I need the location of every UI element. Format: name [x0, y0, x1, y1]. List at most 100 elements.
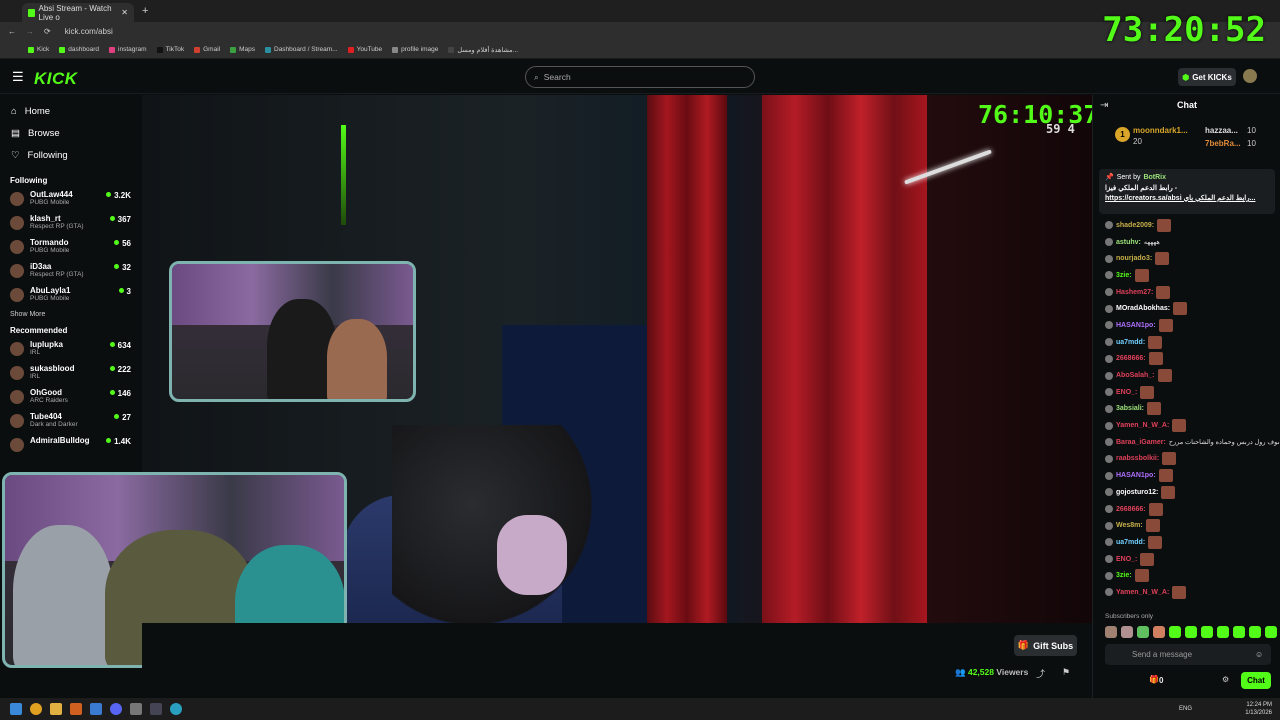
discord-icon[interactable]: [110, 703, 122, 715]
sidebar-channel[interactable]: AdmiralBulldog 1.4K: [0, 434, 142, 458]
emote-icon: [1157, 369, 1172, 383]
gift-subs-button[interactable]: 🎁 Gift Subs: [1014, 635, 1077, 656]
sidebar-channel[interactable]: Tormando PUBG Mobile 56: [0, 236, 142, 260]
emote-icon[interactable]: [1105, 626, 1117, 638]
chat-username[interactable]: nourjado3:: [1116, 255, 1152, 262]
app-icon[interactable]: [130, 703, 142, 715]
sidebar-channel[interactable]: Tube404 Dark and Darker 27: [0, 410, 142, 434]
show-more-link[interactable]: Show More: [0, 311, 142, 318]
emote-icon[interactable]: [1233, 626, 1245, 638]
emote-icon[interactable]: [1265, 626, 1277, 638]
chat-username[interactable]: 3zie:: [1116, 572, 1132, 579]
leader-name[interactable]: hazzaa...: [1205, 126, 1238, 135]
bookmark-item[interactable]: profile image: [392, 46, 438, 53]
windows-start-icon[interactable]: [10, 703, 22, 715]
chat-username[interactable]: 2668666:: [1116, 506, 1146, 513]
emote-icon[interactable]: [1185, 626, 1197, 638]
chat-username[interactable]: Hashem27:: [1116, 289, 1153, 296]
chat-username[interactable]: Wes8m:: [1116, 522, 1143, 529]
app-icon[interactable]: [70, 703, 82, 715]
forward-icon[interactable]: →: [26, 27, 34, 36]
bot-name[interactable]: BotRix: [1143, 174, 1166, 181]
bookmark-item[interactable]: instagram: [109, 46, 147, 53]
emote-icon[interactable]: [1137, 626, 1149, 638]
file-explorer-icon[interactable]: [50, 703, 62, 715]
chat-input[interactable]: Send a message: [1105, 644, 1271, 665]
bookmark-item[interactable]: TikTok: [156, 46, 184, 53]
chat-username[interactable]: Yamen_N_W_A:: [1116, 589, 1169, 596]
leader-name[interactable]: moonndark1...: [1133, 126, 1188, 135]
chat-username[interactable]: 2668666:: [1116, 355, 1146, 362]
emote-icon[interactable]: [1249, 626, 1261, 638]
bookmark-item[interactable]: Dashboard / Stream...: [265, 46, 338, 53]
sidebar-channel[interactable]: iD3aa Respect RP (GTA) 32: [0, 260, 142, 284]
emote-icon[interactable]: [1169, 626, 1181, 638]
bookmark-item[interactable]: Kick: [28, 46, 49, 53]
bookmark-item[interactable]: مشاهدة أفلام ومسل...: [448, 46, 518, 54]
sidebar-channel[interactable]: AbuLayla1 PUBG Mobile 3: [0, 284, 142, 308]
close-icon[interactable]: ✕: [121, 8, 128, 17]
bookmark-item[interactable]: Gmail: [194, 46, 220, 53]
chat-username[interactable]: ENO_:: [1116, 556, 1137, 563]
chat-username[interactable]: 3zie:: [1116, 272, 1132, 279]
search-input[interactable]: ⌕ Search: [525, 66, 755, 88]
emote-icon[interactable]: [1217, 626, 1229, 638]
app-icon[interactable]: [90, 703, 102, 715]
chat-username[interactable]: raabssbolkii:: [1116, 455, 1159, 462]
chat-username[interactable]: gojosturo12:: [1116, 489, 1158, 496]
chat-username[interactable]: 3absiali:: [1116, 405, 1144, 412]
sidebar-channel[interactable]: OutLaw444 PUBG Mobile 3.2K: [0, 188, 142, 212]
emote-icon: [1173, 302, 1188, 316]
chat-username[interactable]: HASAN1po:: [1116, 472, 1156, 479]
chat-username[interactable]: Yamen_N_W_A:: [1116, 422, 1169, 429]
reload-icon[interactable]: ⟳: [44, 27, 51, 36]
leader-name[interactable]: 7bebRa...: [1205, 139, 1241, 148]
menu-icon[interactable]: ☰: [12, 69, 24, 85]
sidebar-channel[interactable]: luplupka IRL 634: [0, 338, 142, 362]
sidebar-channel[interactable]: sukasblood IRL 222: [0, 362, 142, 386]
share-icon[interactable]: ⤴: [1036, 667, 1045, 680]
chat-username[interactable]: ua7mdd:: [1116, 539, 1145, 546]
clock-date[interactable]: 1/13/2026: [1245, 709, 1272, 717]
bookmark-item[interactable]: YouTube: [347, 46, 382, 53]
browser-tab[interactable]: Absi Stream - Watch Live o ✕: [22, 3, 134, 22]
settings-icon[interactable]: ⚙: [1222, 675, 1229, 684]
chrome-icon[interactable]: [30, 703, 42, 715]
chat-username[interactable]: astuhv:: [1116, 239, 1141, 246]
back-icon[interactable]: ←: [8, 27, 16, 36]
emote-icon[interactable]: [1153, 626, 1165, 638]
emote-icon: [1148, 335, 1163, 349]
bookmark-item[interactable]: dashboard: [59, 46, 99, 53]
chat-username[interactable]: ENO_:: [1116, 389, 1137, 396]
language-indicator[interactable]: ENG: [1179, 705, 1192, 713]
viewer-count: 👥 42,528 Viewers: [955, 667, 1028, 678]
sidebar-channel[interactable]: klash_rt Respect RP (GTA) 367: [0, 212, 142, 236]
edge-icon[interactable]: [170, 703, 182, 715]
app-icon[interactable]: [150, 703, 162, 715]
emote-icon[interactable]: [1201, 626, 1213, 638]
url-field[interactable]: kick.com/absi: [65, 27, 113, 36]
new-tab-icon[interactable]: +: [142, 5, 148, 17]
bookmark-item[interactable]: Maps: [230, 46, 255, 53]
chat-username[interactable]: MOradAbokhas:: [1116, 305, 1170, 312]
gift-icon[interactable]: 🎁: [1149, 675, 1159, 684]
chat-username[interactable]: ua7mdd:: [1116, 339, 1145, 346]
chat-username[interactable]: AboSalah_:: [1116, 372, 1155, 379]
sidebar-item-following[interactable]: ♡ Following: [0, 144, 142, 166]
emote-icon[interactable]: [1121, 626, 1133, 638]
kick-logo[interactable]: KICK: [34, 69, 78, 89]
sidebar-channel[interactable]: OhGood ARC Raiders 146: [0, 386, 142, 410]
sidebar-item-browse[interactable]: ▤ Browse: [0, 122, 142, 144]
emoji-icon[interactable]: ☺: [1255, 650, 1263, 659]
send-chat-button[interactable]: Chat: [1241, 672, 1271, 689]
follow-user-icon[interactable]: ⚑: [1062, 667, 1070, 678]
chat-username[interactable]: HASAN1po:: [1116, 322, 1156, 329]
pinned-message[interactable]: 📌 Sent by BotRix رابط الدعم الملكي فيزا …: [1099, 169, 1275, 214]
chat-username[interactable]: shade2009:: [1116, 222, 1154, 229]
clock-time[interactable]: 12:24 PM: [1245, 701, 1272, 709]
get-kicks-button[interactable]: ⬢ Get KICKs: [1178, 68, 1236, 86]
get-kicks-label: Get KICKs: [1192, 72, 1232, 82]
chat-username[interactable]: Baraa_iGamer:: [1116, 439, 1166, 446]
sidebar-item-home[interactable]: ⌂ Home: [0, 100, 142, 122]
avatar[interactable]: [1243, 69, 1257, 83]
